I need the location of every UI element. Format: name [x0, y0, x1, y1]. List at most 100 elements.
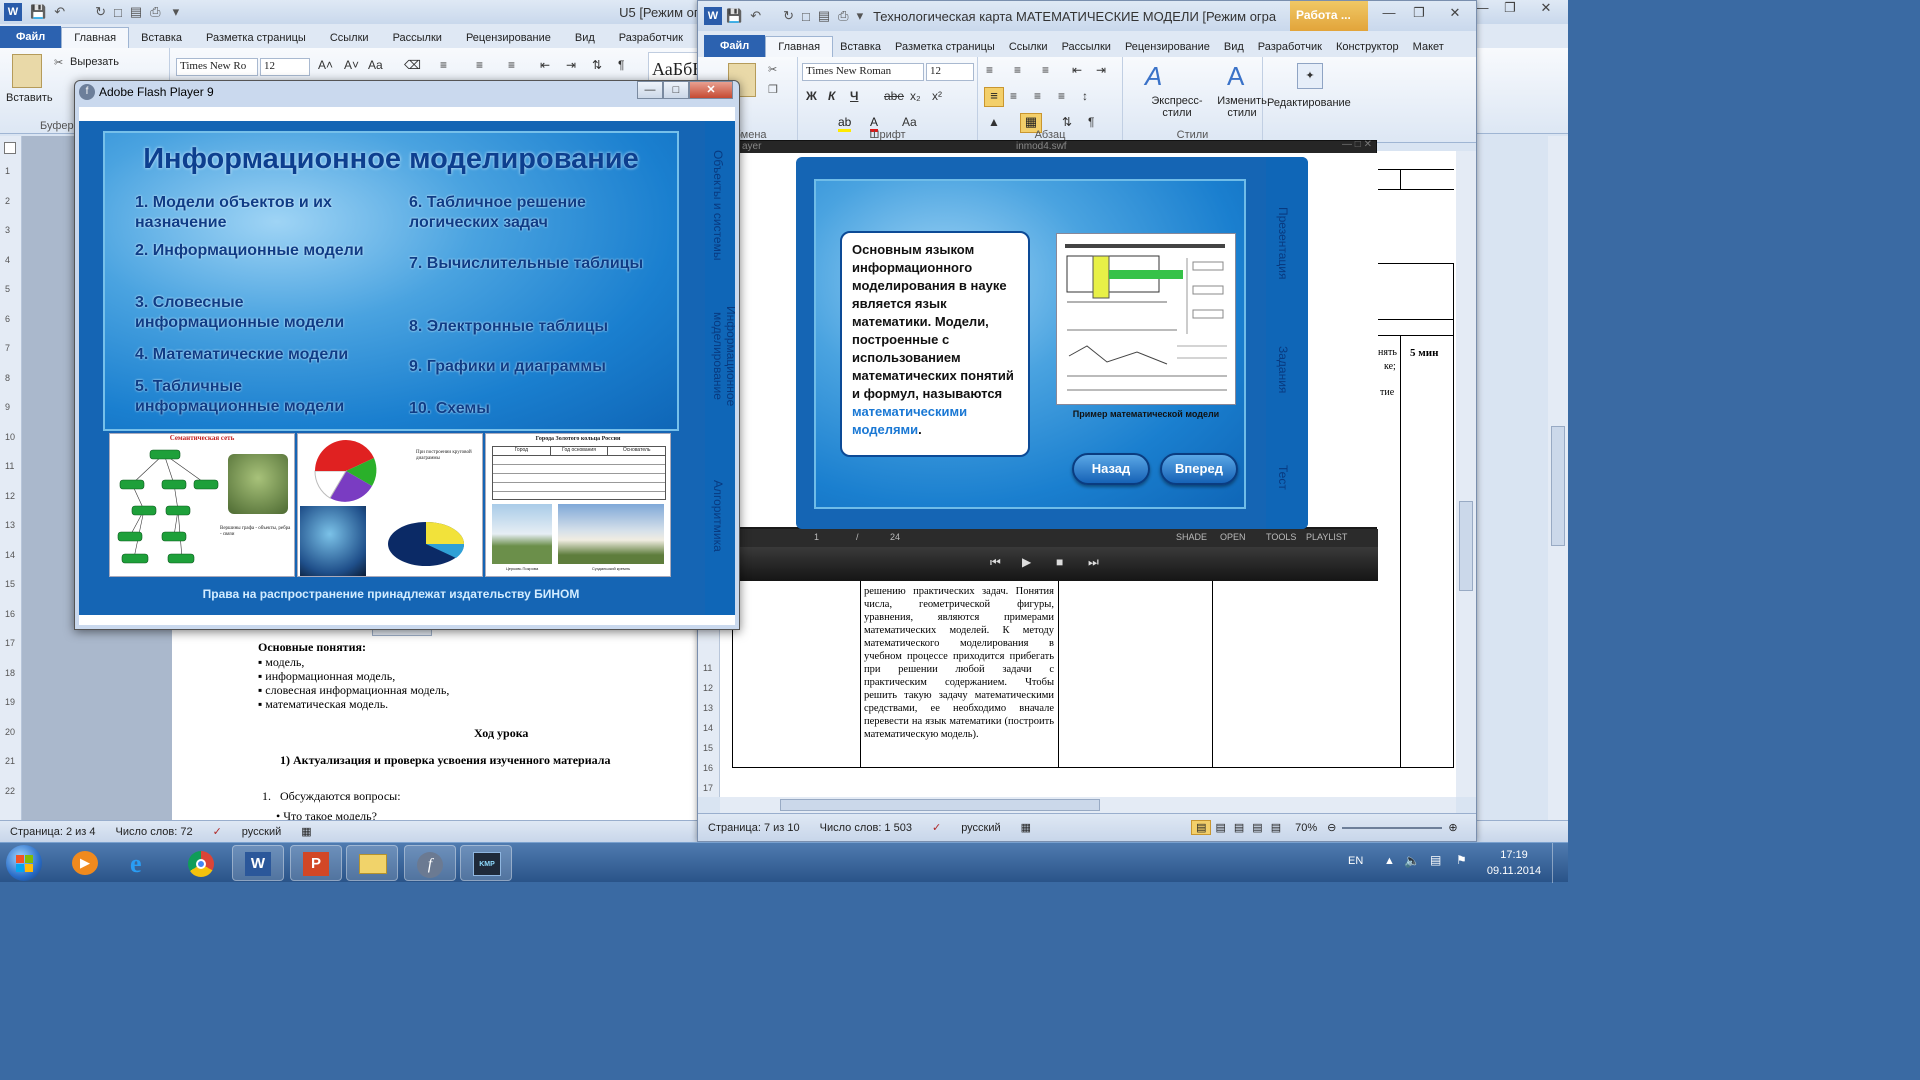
strikethrough-button[interactable]: abe	[884, 89, 904, 103]
page-count[interactable]: Страница: 2 из 4	[0, 826, 106, 838]
font-name-combo[interactable]: Times New Ro	[176, 58, 258, 76]
undo-icon[interactable]: ↶	[750, 8, 761, 24]
align-center-icon[interactable]: ≡	[1010, 89, 1017, 103]
menu-item-7[interactable]: 7. Вычислительные таблицы	[409, 254, 649, 274]
menu-item-5[interactable]: 5. Табличные информационные модели	[135, 377, 385, 417]
back-button[interactable]: Назад	[1072, 453, 1150, 485]
redo-icon[interactable]: ↻	[95, 4, 106, 20]
tab-view[interactable]: Вид	[563, 28, 607, 48]
increase-indent-icon[interactable]: ⇥	[566, 58, 576, 72]
tab-tasks[interactable]: Задания	[1276, 325, 1290, 415]
tab-home[interactable]: Главная	[61, 27, 130, 48]
shrink-font-icon[interactable]: A˅	[344, 58, 359, 72]
word-count[interactable]: Число слов: 1 503	[810, 822, 922, 834]
increase-indent-icon[interactable]: ⇥	[1096, 63, 1106, 77]
editing-icon[interactable]: ✦	[1297, 63, 1323, 89]
qat-dropdown-icon[interactable]: ▾	[173, 4, 180, 20]
tab-table-layout[interactable]: Макет	[1406, 37, 1451, 57]
print-preview-icon[interactable]: ▤	[130, 4, 142, 20]
hscroll-thumb[interactable]	[780, 799, 1100, 811]
language-indicator[interactable]: русский	[232, 826, 291, 838]
sort-icon[interactable]: ⇅	[592, 58, 602, 72]
print-icon[interactable]: ⎙	[150, 4, 160, 20]
forward-button[interactable]: Вперед	[1160, 453, 1238, 485]
shading-icon[interactable]: ▲	[988, 115, 1000, 129]
explorer-icon[interactable]	[346, 845, 398, 881]
sort-icon[interactable]: ⇅	[1062, 115, 1072, 129]
close-button[interactable]: ✕	[1524, 0, 1568, 20]
start-orb[interactable]	[6, 845, 42, 881]
word-count[interactable]: Число слов: 72	[106, 826, 203, 838]
semantic-network-thumbnail[interactable]: Семантическая сеть Вершины графа - объек…	[109, 433, 295, 577]
change-styles-icon[interactable]: A	[1227, 61, 1244, 92]
language-bar[interactable]: EN	[1348, 855, 1363, 867]
grow-font-icon[interactable]: A˄	[318, 58, 333, 72]
minimize-button[interactable]: —	[637, 81, 663, 99]
italic-button[interactable]: К	[828, 89, 835, 103]
multilevel-icon[interactable]: ≡	[1042, 63, 1049, 77]
paste-icon[interactable]	[12, 54, 42, 88]
underline-button[interactable]: Ч	[850, 89, 858, 103]
numbering-icon[interactable]: ≡	[476, 58, 483, 72]
tab-presentation[interactable]: Презентация	[1276, 193, 1290, 293]
tab-algorithmics[interactable]: Алгоритмика	[711, 461, 725, 571]
chrome-icon[interactable]	[176, 845, 228, 881]
new-doc-icon[interactable]: □	[114, 5, 122, 20]
express-styles-icon[interactable]: A	[1145, 61, 1162, 92]
change-case-icon[interactable]: Aa	[902, 115, 917, 129]
diagram-thumbnail[interactable]: При построении круговой диаграммы	[297, 433, 483, 577]
bold-button[interactable]: Ж	[806, 89, 817, 103]
tab-developer[interactable]: Разработчик	[607, 28, 695, 48]
network-icon[interactable]: ▤	[1430, 853, 1441, 867]
tab-design[interactable]: Конструктор	[1329, 37, 1406, 57]
zoom-slider[interactable]	[1342, 826, 1443, 829]
menu-item-2[interactable]: 2. Информационные модели	[135, 241, 385, 261]
copy-icon[interactable]: ❐	[768, 83, 778, 96]
restore-button[interactable]: ❐	[1496, 0, 1524, 20]
media-player-icon[interactable]: ▶	[60, 845, 112, 881]
reading-view-button[interactable]: ▤	[1211, 821, 1229, 834]
decrease-indent-icon[interactable]: ⇤	[540, 58, 550, 72]
tab-mailings[interactable]: Рассылки	[381, 28, 454, 48]
menu-item-3[interactable]: 3. Словесные информационные модели	[135, 293, 385, 333]
stop-icon[interactable]: ■	[1056, 555, 1063, 569]
clear-format-icon[interactable]: ⌫	[404, 58, 421, 72]
close-button[interactable]: ✕	[1434, 1, 1476, 25]
pilcrow-icon[interactable]: ¶	[618, 58, 624, 72]
vertical-scrollbar-back[interactable]	[1548, 136, 1568, 822]
tab-file[interactable]: Файл	[0, 26, 62, 48]
macro-icon[interactable]: ▦	[1011, 821, 1041, 834]
maximize-button[interactable]: □	[663, 81, 689, 99]
tab-review[interactable]: Рецензирование	[454, 28, 563, 48]
tab-layout[interactable]: Разметка страницы	[888, 37, 1002, 57]
kmplayer-icon[interactable]: KMP	[460, 845, 512, 881]
spellcheck-icon[interactable]: ✓	[922, 821, 951, 834]
window-controls-icon[interactable]: — □ ✕	[1342, 139, 1372, 150]
save-icon[interactable]: 💾	[30, 4, 46, 20]
print-layout-view-button[interactable]: ▤	[1191, 820, 1212, 835]
pilcrow-icon[interactable]: ¶	[1088, 115, 1094, 129]
line-spacing-icon[interactable]: ↕	[1082, 89, 1088, 103]
clock[interactable]: 17:19 09.11.2014	[1484, 847, 1544, 879]
next-icon[interactable]: ⏭	[1088, 555, 1099, 570]
cut-icon[interactable]: ✂	[54, 56, 63, 69]
superscript-button[interactable]: x²	[932, 89, 942, 103]
redo-icon[interactable]: ↻	[783, 8, 794, 24]
multilevel-icon[interactable]: ≡	[508, 58, 515, 72]
macro-icon[interactable]: ▦	[291, 825, 321, 838]
tools-button[interactable]: TOOLS	[1266, 532, 1296, 542]
zoom-out-button[interactable]: ⊖	[1327, 821, 1336, 834]
show-desktop-button[interactable]	[1552, 843, 1568, 883]
internet-explorer-icon[interactable]: e	[118, 845, 170, 881]
open-button[interactable]: OPEN	[1220, 532, 1246, 542]
action-center-icon[interactable]: ⚑	[1456, 853, 1467, 867]
menu-item-4[interactable]: 4. Математические модели	[135, 345, 385, 365]
font-name-combo[interactable]: Times New Roman	[802, 63, 924, 81]
align-left-button[interactable]: ≡	[984, 87, 1004, 107]
scrollbar-thumb[interactable]	[1551, 426, 1565, 546]
volume-icon[interactable]: 🔈	[1404, 853, 1420, 869]
cut-icon[interactable]: ✂	[768, 63, 777, 76]
prev-icon[interactable]: ⏮	[990, 555, 1001, 570]
save-icon[interactable]: 💾	[726, 8, 742, 24]
justify-icon[interactable]: ≡	[1058, 89, 1065, 103]
